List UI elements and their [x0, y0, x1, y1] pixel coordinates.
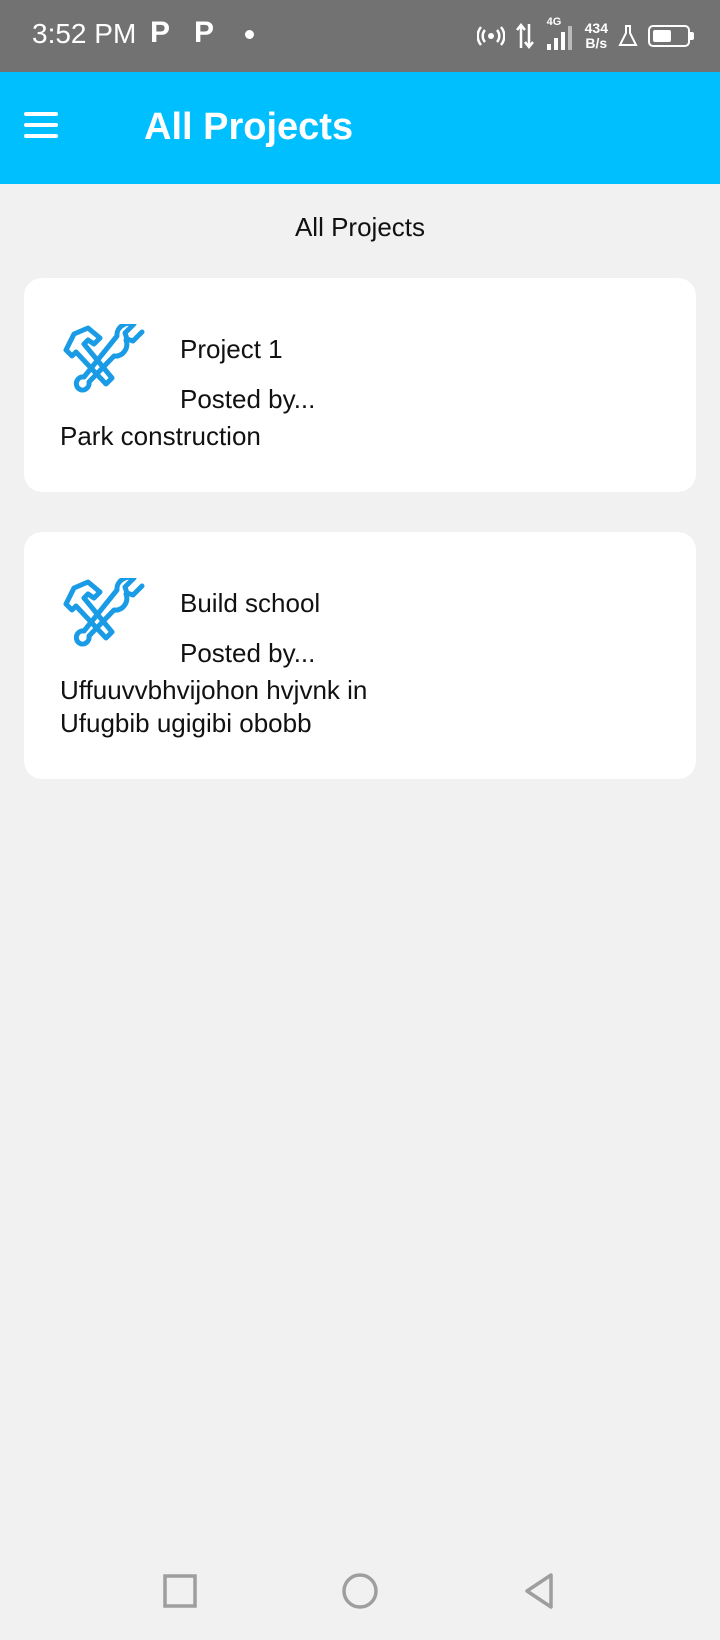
recent-apps-button[interactable]	[155, 1566, 205, 1616]
speed-value: 434	[584, 20, 608, 36]
battery-icon	[648, 25, 694, 47]
hotspot-icon	[476, 26, 505, 46]
project-title: Build school	[180, 588, 321, 618]
project-card[interactable]: Build school Posted by... Uffuuvvbhvijoh…	[24, 532, 696, 779]
project-card[interactable]: Project 1 Posted by... Park construction	[24, 278, 696, 492]
back-button[interactable]	[515, 1566, 565, 1616]
project-description: Park construction	[60, 421, 261, 451]
data-transfer-icon	[515, 22, 534, 50]
app-bar: All Projects	[0, 72, 720, 184]
app-bar-title: All Projects	[144, 106, 354, 148]
hamburger-icon	[24, 112, 58, 116]
parking-notification-icon: P	[150, 16, 171, 49]
page-heading: All Projects	[294, 212, 426, 242]
tools-icon	[63, 578, 145, 647]
speed-unit: B/s	[585, 35, 608, 51]
status-time: 3:52 PM	[32, 18, 137, 49]
signal-icon: 4G	[545, 16, 575, 52]
menu-button[interactable]	[18, 104, 66, 152]
status-icons: 4G 434 B/s	[476, 14, 694, 58]
notification-dot-icon	[245, 30, 254, 39]
flask-icon	[618, 25, 638, 46]
posted-by: Posted by...	[180, 638, 316, 668]
tools-icon	[63, 324, 145, 393]
parking-notification-icon-2: P	[194, 16, 215, 49]
posted-by: Posted by...	[180, 384, 316, 414]
status-bar: 3:52 PM P P 4G 434 B/s	[0, 0, 720, 72]
system-nav-bar	[0, 1544, 720, 1640]
project-description: Uffuuvvbhvijohon hvjvnk in Ufugbib ugigi…	[60, 675, 368, 738]
home-button[interactable]	[335, 1566, 385, 1616]
network-type-label: 4G	[546, 16, 562, 28]
network-speed: 434 B/s	[585, 21, 608, 51]
project-title: Project 1	[180, 334, 283, 364]
